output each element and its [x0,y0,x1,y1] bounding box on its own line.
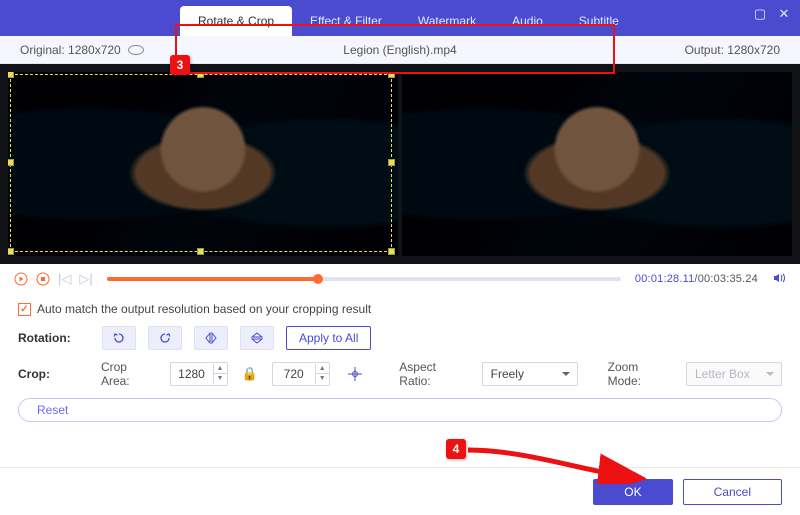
crop-height-input[interactable]: ▲▼ [272,362,330,386]
tab-effect-filter[interactable]: Effect & Filter [292,6,400,36]
tab-subtitle[interactable]: Subtitle [561,6,637,36]
preview-original[interactable] [8,72,398,256]
spin-up-icon[interactable]: ▲ [213,364,227,374]
dialog-footer: OK Cancel [0,467,800,515]
volume-icon[interactable] [772,271,786,288]
tab-audio[interactable]: Audio [494,6,561,36]
maximize-icon[interactable]: ▢ [752,6,768,22]
eye-icon[interactable] [128,45,144,55]
ok-button[interactable]: OK [593,479,672,505]
crop-width-input[interactable]: ▲▼ [170,362,228,386]
tab-watermark[interactable]: Watermark [400,6,494,36]
next-frame-button[interactable]: ▷| [79,271,92,287]
spin-down-icon[interactable]: ▼ [315,374,329,384]
annotation-badge-3: 3 [170,55,190,75]
spin-up-icon[interactable]: ▲ [315,364,329,374]
zoom-mode-select: Letter Box [686,362,782,386]
annotation-badge-4: 4 [446,439,466,459]
crop-area-label: Crop Area: [101,360,158,388]
flip-horizontal-button[interactable] [194,326,228,350]
prev-frame-button[interactable]: |◁ [58,271,71,287]
lock-aspect-icon[interactable]: 🔒 [240,366,260,382]
playback-bar: |◁ ▷| 00:01:28.11/00:03:35.24 [0,264,800,294]
play-button[interactable] [14,272,28,286]
aspect-ratio-label: Aspect Ratio: [399,360,469,388]
zoom-mode-label: Zoom Mode: [608,360,674,388]
time-display: 00:01:28.11/00:03:35.24 [635,273,758,285]
output-resolution: Output: 1280x720 [640,43,780,57]
title-bar: Rotate & Crop Effect & Filter Watermark … [0,0,800,36]
seek-knob[interactable] [313,274,323,284]
window-controls: ▢ ✕ [752,6,792,22]
crop-height-field[interactable] [273,367,315,381]
auto-match-label: Auto match the output resolution based o… [37,302,371,316]
video-frame-output [402,72,792,256]
aspect-ratio-select[interactable]: Freely [482,362,578,386]
original-resolution: Original: 1280x720 [20,43,160,57]
editor-tabs: Rotate & Crop Effect & Filter Watermark … [180,6,637,36]
apply-to-all-button[interactable]: Apply to All [286,326,371,350]
options-panel: ✓ Auto match the output resolution based… [0,294,800,422]
close-icon[interactable]: ✕ [776,6,792,22]
preview-area [0,64,800,264]
auto-match-checkbox-row[interactable]: ✓ Auto match the output resolution based… [18,302,782,316]
cancel-button[interactable]: Cancel [683,479,782,505]
seek-slider[interactable] [107,277,621,281]
rotate-left-button[interactable] [102,326,136,350]
file-name: Legion (English).mp4 [160,43,640,57]
reset-button[interactable]: Reset [18,398,782,422]
checkbox-icon[interactable]: ✓ [18,303,31,316]
crop-label: Crop: [18,367,89,381]
tab-rotate-crop[interactable]: Rotate & Crop [180,6,292,36]
spin-down-icon[interactable]: ▼ [213,374,227,384]
crop-rectangle[interactable] [10,74,392,252]
crop-width-field[interactable] [171,367,213,381]
stop-button[interactable] [36,272,50,286]
rotation-label: Rotation: [18,331,90,345]
rotate-right-button[interactable] [148,326,182,350]
flip-vertical-button[interactable] [240,326,274,350]
preview-output [402,72,792,256]
center-crop-button[interactable] [342,362,370,386]
file-info-row: Original: 1280x720 Legion (English).mp4 … [0,36,800,64]
